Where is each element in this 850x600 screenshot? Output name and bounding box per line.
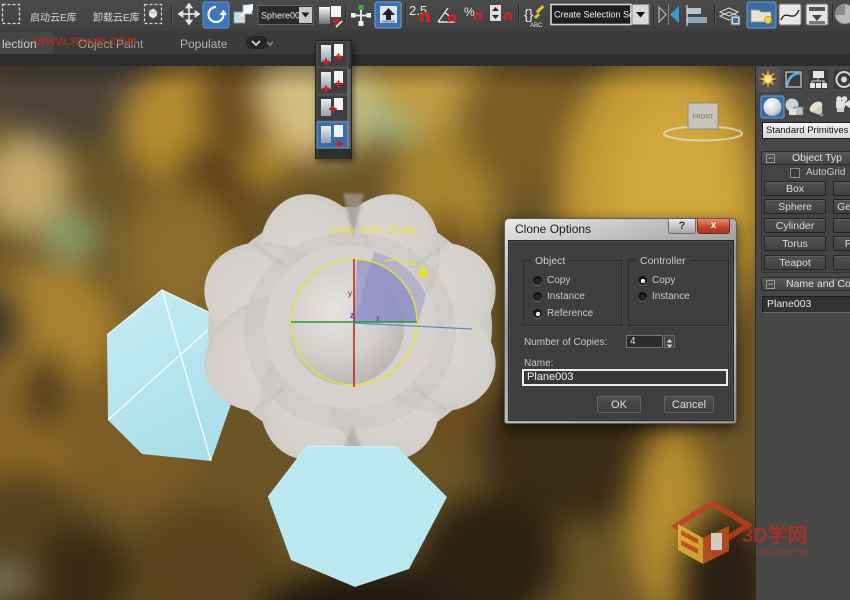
svg-text:3D学网: 3D学网: [742, 523, 808, 547]
svg-text:2.5: 2.5: [409, 3, 427, 18]
svg-text:{}: {}: [524, 6, 534, 22]
svg-text:Create Selection Se: Create Selection Se: [554, 10, 634, 20]
svg-text:FRONT: FRONT: [693, 115, 714, 121]
svg-text:%: %: [464, 5, 475, 19]
svg-text:x: x: [376, 314, 380, 323]
svg-text:[-0.00, -0.00, -72.94]: [-0.00, -0.00, -72.94]: [329, 225, 415, 236]
svg-text:Sphere00: Sphere00: [261, 11, 300, 21]
svg-text:ABC: ABC: [530, 23, 543, 29]
svg-text:z: z: [350, 311, 354, 320]
svg-text:www.3dxue.com: www.3dxue.com: [755, 547, 811, 556]
svg-text:y: y: [348, 289, 352, 298]
